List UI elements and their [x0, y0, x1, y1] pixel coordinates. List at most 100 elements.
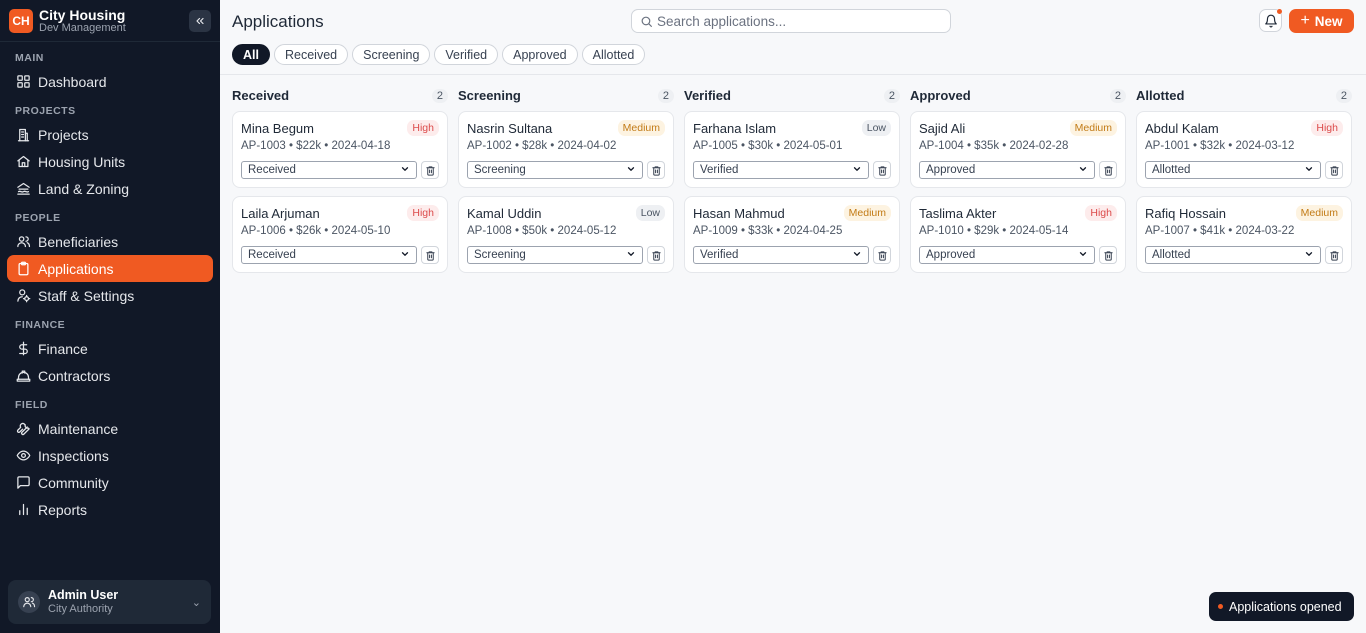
status-value: Allotted [1152, 164, 1191, 176]
trash-icon [877, 250, 887, 261]
applicant-name: Hasan Mahmud [693, 205, 785, 221]
column-header: Screening 2 [458, 87, 674, 104]
user-name: Admin User [48, 588, 119, 603]
user-cog-icon [15, 288, 31, 304]
application-card[interactable]: Hasan Mahmud Medium AP-1009 • $33k • 2024-… [684, 196, 900, 273]
status-select[interactable]: Approved [919, 161, 1096, 179]
priority-badge: Medium [1069, 120, 1117, 136]
search-box[interactable] [631, 9, 951, 33]
sidebar-item-staff-and-settings[interactable]: Staff & Settings [7, 282, 213, 309]
new-button-label: New [1314, 13, 1343, 29]
application-card[interactable]: Laila Arjuman High AP-1006 • $26k • 2024-0… [232, 196, 448, 273]
filter-chip-approved[interactable]: Approved [502, 44, 578, 65]
delete-button[interactable] [1099, 246, 1117, 264]
filter-chip-verified[interactable]: Verified [434, 44, 499, 65]
trash-icon [425, 250, 435, 261]
sidebar-item-finance[interactable]: Finance [7, 335, 213, 362]
sidebar-item-projects[interactable]: Projects [7, 121, 213, 148]
application-card[interactable]: Nasrin Sultana Medium AP-1002 • $28k • 202… [458, 111, 674, 188]
filter-chip-all[interactable]: All [232, 44, 270, 65]
sidebar-item-reports[interactable]: Reports [7, 496, 213, 523]
status-select[interactable]: Approved [919, 246, 1096, 264]
toast-message: Applications opened [1229, 599, 1342, 614]
chevron-down-icon [1078, 164, 1088, 177]
status-select[interactable]: Received [241, 246, 418, 264]
delete-button[interactable] [1325, 246, 1343, 264]
status-select[interactable]: Verified [693, 246, 870, 264]
toast-dot [1218, 604, 1223, 609]
filter-chip-allotted[interactable]: Allotted [581, 44, 646, 65]
delete-button[interactable] [1325, 161, 1343, 179]
status-select[interactable]: Verified [693, 161, 870, 179]
bell-icon [1264, 14, 1277, 27]
column-header: Approved 2 [910, 87, 1126, 104]
clipboard-icon [15, 261, 31, 277]
filter-chip-received[interactable]: Received [273, 44, 349, 65]
sidebar-item-community[interactable]: Community [7, 469, 213, 496]
column-screening: Screening 2 Nasrin Sultana Medium AP-1002 • … [458, 87, 674, 281]
wrench-icon [15, 421, 31, 437]
topbar: Applications + New AllReceivedScreeningV… [220, 0, 1366, 75]
column-count: 2 [657, 88, 674, 103]
application-card[interactable]: Rafiq Hossain Medium AP-1007 • $41k • 2024… [1136, 196, 1352, 273]
status-select[interactable]: Allotted [1145, 161, 1322, 179]
sidebar-item-contractors[interactable]: Contractors [7, 362, 213, 389]
delete-button[interactable] [873, 246, 891, 264]
sidebar-item-maintenance[interactable]: Maintenance [7, 415, 213, 442]
plus-icon: + [1300, 12, 1310, 29]
toast: Applications opened [1209, 592, 1354, 621]
search-input[interactable] [657, 13, 937, 29]
user-menu[interactable]: Admin User City Authority ⌄ [8, 580, 211, 624]
sidebar-item-housing-units[interactable]: Housing Units [7, 148, 213, 175]
trash-icon [651, 165, 661, 176]
collapse-sidebar-button[interactable] [189, 9, 211, 32]
status-value: Received [248, 249, 296, 261]
delete-button[interactable] [1099, 161, 1117, 179]
sidebar-item-label: Beneficiaries [38, 233, 119, 250]
nav-section-main: MAIN [15, 52, 44, 64]
application-card[interactable]: Kamal Uddin Low AP-1008 • $50k • 2024-05-1… [458, 196, 674, 273]
sidebar-item-land-and-zoning[interactable]: Land & Zoning [7, 175, 213, 202]
delete-button[interactable] [647, 161, 665, 179]
sidebar-item-label: Land & Zoning [38, 180, 130, 197]
column-header: Verified 2 [684, 87, 900, 104]
sidebar: CH City Housing Dev Management MAIN Dashb… [0, 0, 220, 633]
sidebar-item-label: Inspections [38, 447, 109, 464]
status-select[interactable]: Allotted [1145, 246, 1322, 264]
delete-button[interactable] [421, 161, 439, 179]
column-header: Allotted 2 [1136, 87, 1352, 104]
message-icon [15, 475, 31, 491]
sidebar-item-label: Dashboard [38, 73, 107, 90]
trash-icon [651, 250, 661, 261]
sidebar-item-label: Reports [38, 501, 88, 518]
application-card[interactable]: Mina Begum High AP-1003 • $22k • 2024-04-1… [232, 111, 448, 188]
application-card[interactable]: Farhana Islam Low AP-1005 • $30k • 2024-05… [684, 111, 900, 188]
delete-button[interactable] [873, 161, 891, 179]
nav-section-people: PEOPLE [15, 212, 61, 224]
applicant-name: Laila Arjuman [241, 205, 320, 221]
application-card[interactable]: Abdul Kalam High AP-1001 • $32k • 2024-03-… [1136, 111, 1352, 188]
status-select[interactable]: Screening [467, 161, 644, 179]
applicant-name: Mina Begum [241, 120, 314, 136]
column-title: Approved [910, 88, 971, 103]
sidebar-item-inspections[interactable]: Inspections [7, 442, 213, 469]
status-value: Received [248, 164, 296, 176]
status-select[interactable]: Received [241, 161, 418, 179]
applicant-name: Abdul Kalam [1145, 120, 1219, 136]
notifications-button[interactable] [1259, 9, 1282, 32]
sidebar-item-beneficiaries[interactable]: Beneficiaries [7, 228, 213, 255]
application-meta: AP-1001 • $32k • 2024-03-12 [1145, 140, 1295, 152]
column-count: 2 [431, 88, 448, 103]
application-card[interactable]: Taslima Akter High AP-1010 • $29k • 2024-0… [910, 196, 1126, 273]
priority-badge: High [407, 205, 439, 221]
delete-button[interactable] [421, 246, 439, 264]
application-card[interactable]: Sajid Ali Medium AP-1004 • $35k • 2024-02-… [910, 111, 1126, 188]
new-button[interactable]: + New [1289, 9, 1354, 33]
users-icon [23, 597, 36, 608]
status-select[interactable]: Screening [467, 246, 644, 264]
chevron-down-icon [852, 249, 862, 262]
delete-button[interactable] [647, 246, 665, 264]
sidebar-item-dashboard[interactable]: Dashboard [7, 68, 213, 95]
filter-chip-screening[interactable]: Screening [352, 44, 431, 65]
sidebar-item-applications[interactable]: Applications [7, 255, 213, 282]
